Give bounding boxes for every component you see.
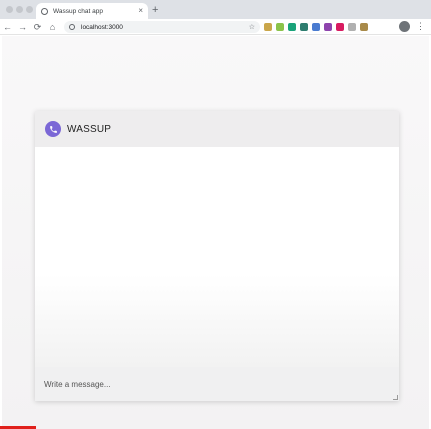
circle-extension-icon[interactable] (276, 23, 284, 31)
close-icon[interactable]: × (138, 7, 143, 15)
heart-extension-icon[interactable] (336, 23, 344, 31)
chat-header: WASSUP (35, 111, 399, 147)
message-input[interactable] (44, 379, 344, 389)
new-tab-button[interactable]: + (152, 3, 158, 17)
app-logo (45, 121, 61, 137)
pen-extension-icon[interactable] (264, 23, 272, 31)
address-bar[interactable]: localhost:3000 ☆ (64, 21, 260, 33)
tab-title: Wassup chat app (53, 7, 103, 15)
message-composer (35, 367, 399, 401)
chat-window: WASSUP (35, 111, 399, 401)
window-close-dot[interactable] (6, 6, 13, 13)
browser-menu-icon[interactable]: ⋮ (416, 21, 425, 32)
bookmark-star-icon[interactable]: ☆ (249, 23, 255, 31)
green-extension-icon[interactable] (288, 23, 296, 31)
page-viewport: WASSUP (2, 36, 429, 429)
browser-tab-strip: Wassup chat app × + (0, 0, 431, 19)
url-text: localhost:3000 (81, 23, 123, 31)
info-icon[interactable] (69, 24, 75, 30)
globe-icon (41, 7, 48, 15)
forward-button[interactable]: → (15, 19, 30, 35)
profile-avatar[interactable] (399, 21, 410, 32)
window-minimize-dot[interactable] (16, 6, 23, 13)
app-title: WASSUP (67, 123, 112, 135)
translate-extension-icon[interactable] (312, 23, 320, 31)
cookie-extension-icon[interactable] (360, 23, 368, 31)
phone-icon (49, 125, 57, 133)
resize-handle[interactable] (393, 395, 398, 400)
funnel-extension-icon[interactable] (300, 23, 308, 31)
vue-extension-icon[interactable] (324, 23, 332, 31)
grid-extension-icon[interactable] (348, 23, 356, 31)
back-button[interactable]: ← (0, 19, 15, 35)
extensions-bar (264, 22, 368, 32)
window-maximize-dot[interactable] (26, 6, 33, 13)
message-list (35, 147, 399, 367)
home-button[interactable]: ⌂ (45, 19, 60, 35)
browser-toolbar: ← → ⟳ ⌂ localhost:3000 ☆ ⋮ (0, 19, 431, 35)
active-tab[interactable]: Wassup chat app × (36, 3, 148, 19)
reload-button[interactable]: ⟳ (30, 19, 45, 35)
